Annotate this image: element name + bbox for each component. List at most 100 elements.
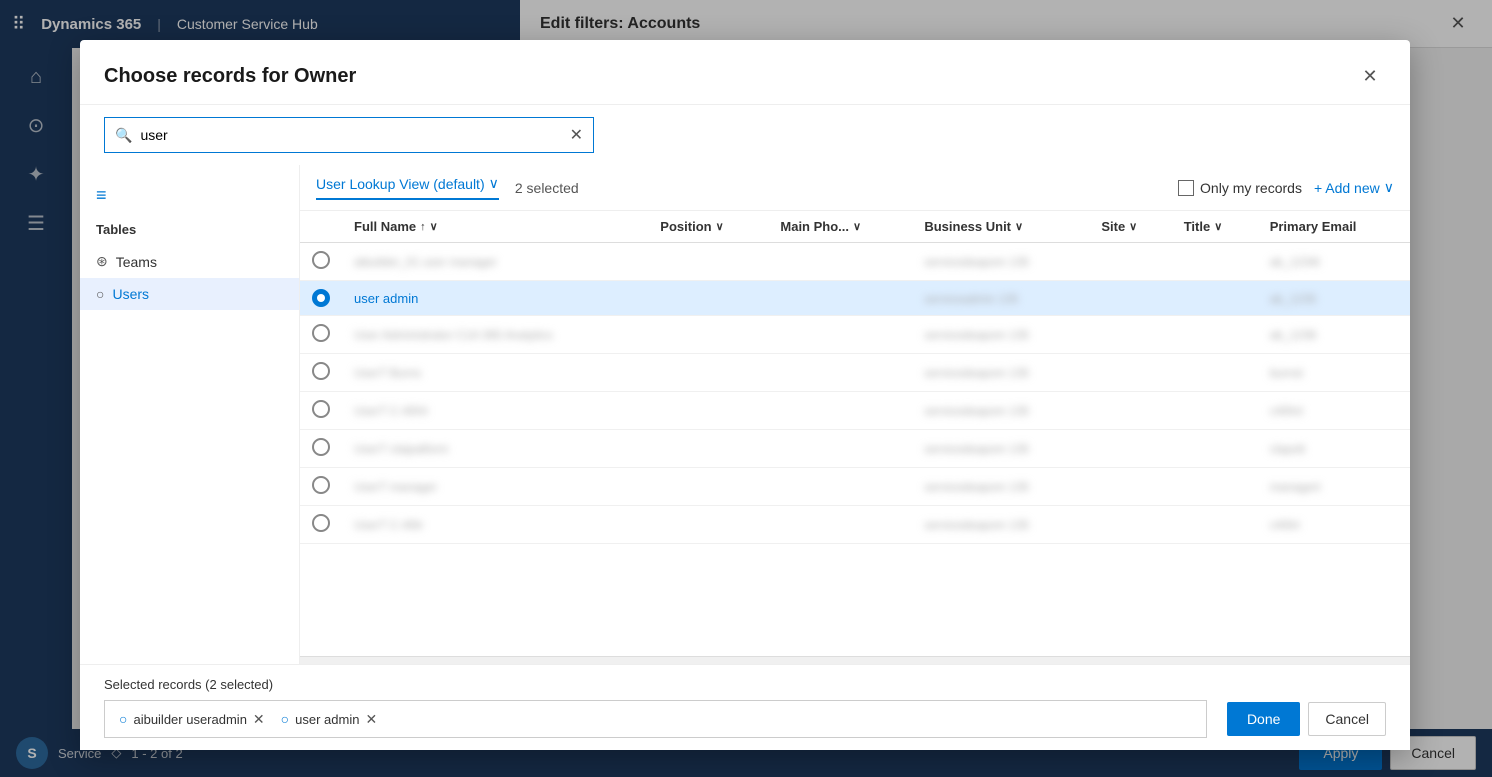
row-phone-cell (768, 281, 912, 316)
row-phone-cell (768, 392, 912, 430)
selected-badge: 2 selected (515, 180, 579, 196)
cancel-button[interactable]: Cancel (1308, 702, 1386, 736)
add-new-chevron-icon: ∨ (1384, 179, 1394, 196)
position-chevron-icon: ∨ (716, 220, 724, 233)
row-name-cell[interactable]: aibuilder_01 user manager (342, 243, 648, 281)
sidebar-item-teams[interactable]: ⊛ Teams (80, 245, 299, 278)
row-name-link[interactable]: user admin (354, 291, 418, 306)
search-input[interactable] (140, 127, 561, 143)
row-select-cell[interactable] (300, 243, 342, 281)
th-title[interactable]: Title ∨ (1172, 211, 1258, 243)
row-phone-cell (768, 316, 912, 354)
add-new-label: + Add new (1314, 180, 1380, 196)
records-table: Full Name ↑ ∨ Position ∨ (300, 211, 1410, 544)
row-position-cell (648, 316, 768, 354)
view-selector[interactable]: User Lookup View (default) ∨ (316, 175, 499, 200)
selected-chips-row: ○ aibuilder useradmin ✕ ○ user admin ✕ D… (104, 700, 1386, 738)
row-name-cell[interactable]: UserT C-40tr (342, 506, 648, 544)
row-name-cell[interactable]: user admin (342, 281, 648, 316)
row-position-cell (648, 392, 768, 430)
th-phone[interactable]: Main Pho... ∨ (768, 211, 912, 243)
row-position-cell (648, 430, 768, 468)
table-body: aibuilder_01 user manager servicedeapom 1… (300, 243, 1410, 544)
table-row[interactable]: UserT manager servicedeapom 135 managert (300, 468, 1410, 506)
search-clear-button[interactable]: ✕ (570, 125, 583, 145)
row-name-cell[interactable]: UserT Burns (342, 354, 648, 392)
view-chevron-icon: ∨ (489, 175, 499, 192)
table-row[interactable]: user adminserviceadmin 135ab_1235 (300, 281, 1410, 316)
row-email-cell: burnst (1258, 354, 1410, 392)
selected-input-area: ○ aibuilder useradmin ✕ ○ user admin ✕ (104, 700, 1207, 738)
row-select-cell[interactable] (300, 506, 342, 544)
phone-chevron-icon: ∨ (853, 220, 861, 233)
only-my-records-checkbox[interactable] (1178, 180, 1194, 196)
row-bu-cell: serviceadmin 135 (912, 281, 1089, 316)
title-chevron-icon: ∨ (1214, 220, 1222, 233)
row-email-cell: clapott (1258, 430, 1410, 468)
chip-aibuilder-remove[interactable]: ✕ (253, 711, 265, 728)
row-select-cell[interactable] (300, 468, 342, 506)
fullname-sort-icon: ↑ (420, 221, 426, 233)
left-panel-menu-icon[interactable]: ≡ (80, 177, 299, 214)
th-select (300, 211, 342, 243)
footer-buttons: Done Cancel (1227, 702, 1386, 736)
row-bu-cell: servicedeapom 135 (912, 468, 1089, 506)
row-radio-button[interactable] (312, 438, 330, 456)
row-radio-button[interactable] (312, 514, 330, 532)
row-select-cell[interactable] (300, 430, 342, 468)
row-site-cell (1089, 468, 1171, 506)
row-select-cell[interactable] (300, 316, 342, 354)
row-name-cell[interactable]: UserT manager (342, 468, 648, 506)
row-radio-button[interactable] (312, 362, 330, 380)
table-row[interactable]: UserT C-40trservicedeapom 135c40trt (300, 506, 1410, 544)
row-name-cell[interactable]: UserT claipatform (342, 430, 648, 468)
row-bu-cell: servicedeapom 135 (912, 316, 1089, 354)
row-bu-cell: servicedeapom 135 (912, 392, 1089, 430)
row-site-cell (1089, 430, 1171, 468)
table-row[interactable]: aibuilder_01 user managerservicedeapom 1… (300, 243, 1410, 281)
th-business-unit[interactable]: Business Unit ∨ (912, 211, 1089, 243)
row-radio-button[interactable] (312, 251, 330, 269)
row-position-cell (648, 243, 768, 281)
only-my-records-option[interactable]: Only my records (1178, 180, 1302, 196)
table-row[interactable]: User Administrator C1A 365 Analytics serv… (300, 316, 1410, 354)
row-select-cell[interactable] (300, 354, 342, 392)
toolbar-right: Only my records + Add new ∨ (1178, 179, 1394, 196)
th-position[interactable]: Position ∨ (648, 211, 768, 243)
th-fullname[interactable]: Full Name ↑ ∨ (342, 211, 648, 243)
teams-icon: ⊛ (96, 253, 108, 270)
row-select-cell[interactable] (300, 281, 342, 316)
horizontal-scrollbar[interactable] (300, 656, 1410, 664)
table-row[interactable]: UserT claipatformservicedeapom 135clapot… (300, 430, 1410, 468)
modal-close-button[interactable]: ✕ (1354, 60, 1386, 92)
search-bar: 🔍 ✕ (80, 105, 1410, 165)
add-new-button[interactable]: + Add new ∨ (1314, 179, 1394, 196)
table-row[interactable]: UserT Burnsservicedeapom 135burnst (300, 354, 1410, 392)
row-email-cell: ab_1236 (1258, 316, 1410, 354)
row-email-cell: managert (1258, 468, 1410, 506)
row-name-cell[interactable]: UserT C-40Hr (342, 392, 648, 430)
modal-footer: Selected records (2 selected) ○ aibuilde… (80, 664, 1410, 750)
row-radio-button[interactable] (312, 289, 330, 307)
row-radio-button[interactable] (312, 324, 330, 342)
row-radio-button[interactable] (312, 476, 330, 494)
search-input-wrap: 🔍 ✕ (104, 117, 594, 153)
row-position-cell (648, 354, 768, 392)
row-radio-button[interactable] (312, 400, 330, 418)
sidebar-item-users[interactable]: ○ Users (80, 278, 299, 310)
row-title-cell (1172, 281, 1258, 316)
table-row[interactable]: UserT C-40Hrservicedeapom 135c40hrt (300, 392, 1410, 430)
row-phone-cell (768, 468, 912, 506)
view-label: User Lookup View (default) (316, 176, 485, 192)
row-position-cell (648, 468, 768, 506)
table-toolbar: User Lookup View (default) ∨ 2 selected … (300, 165, 1410, 211)
row-site-cell (1089, 243, 1171, 281)
row-name-cell[interactable]: User Administrator C1A 365 Analytics (342, 316, 648, 354)
chip-useradmin-remove[interactable]: ✕ (365, 711, 377, 728)
done-button[interactable]: Done (1227, 702, 1300, 736)
selected-records-label: Selected records (2 selected) (104, 677, 1386, 692)
th-site[interactable]: Site ∨ (1089, 211, 1171, 243)
row-select-cell[interactable] (300, 392, 342, 430)
chip-aibuilder: ○ aibuilder useradmin ✕ (115, 709, 269, 730)
users-label: Users (112, 286, 149, 302)
